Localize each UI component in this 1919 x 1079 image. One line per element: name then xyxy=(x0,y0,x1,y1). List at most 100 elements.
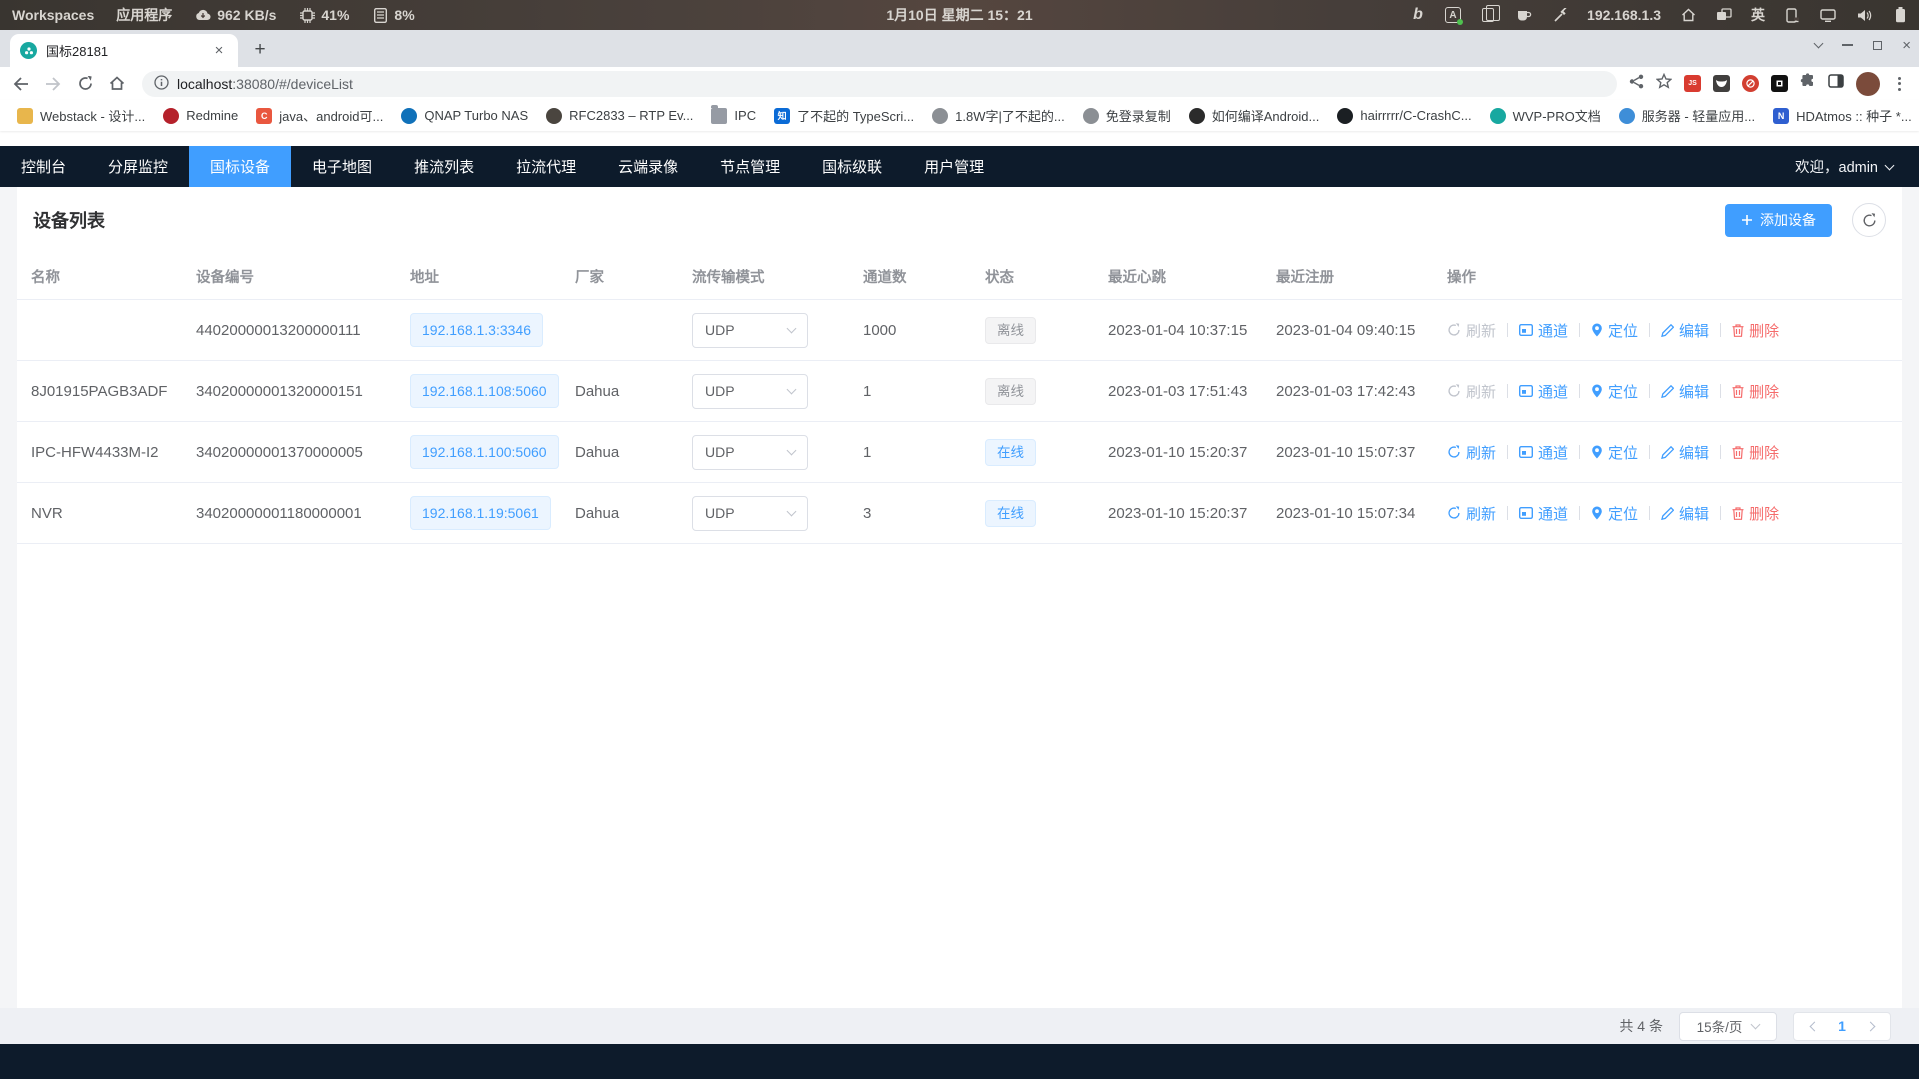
color-picker-tray-icon[interactable] xyxy=(1551,6,1569,24)
bookmark-item[interactable]: Webstack - 设计... xyxy=(10,103,152,128)
bookmark-item[interactable]: QNAP Turbo NAS xyxy=(394,105,535,127)
current-page[interactable]: 1 xyxy=(1828,1018,1856,1034)
address-button[interactable]: 192.168.1.100:5060 xyxy=(410,435,559,469)
globe-favicon-icon xyxy=(932,108,948,124)
window-restore-icon[interactable] xyxy=(1873,41,1882,50)
bookmark-item[interactable]: RFC2833 – RTP Ev... xyxy=(539,105,700,127)
ext-js-blocker-icon[interactable]: JS xyxy=(1684,75,1701,92)
nav-item-e-map[interactable]: 电子地图 xyxy=(291,146,393,187)
bookmark-item[interactable]: NHDAtmos :: 种子 *... xyxy=(1766,103,1919,128)
bookmark-item[interactable]: 1.8W字|了不起的... xyxy=(925,103,1072,128)
address-button[interactable]: 192.168.1.108:5060 xyxy=(410,374,559,408)
screen: Workspaces 应用程序 962 KB/s 41% 8% 1月10日 星期… xyxy=(0,0,1919,1079)
phone-link-tray-icon[interactable] xyxy=(1783,6,1801,24)
ext-mask-icon[interactable] xyxy=(1713,75,1730,92)
bookmark-item[interactable]: 服务器 - 轻量应用... xyxy=(1612,103,1762,128)
transport-select[interactable]: UDP xyxy=(692,435,808,470)
tab-close-icon[interactable]: × xyxy=(210,42,228,60)
profile-avatar[interactable] xyxy=(1856,72,1880,96)
bookmark-item[interactable]: hairrrrr/C-CrashC... xyxy=(1330,105,1478,127)
refresh-link[interactable]: 刷新 xyxy=(1447,503,1496,524)
nav-item-console[interactable]: 控制台 xyxy=(0,146,87,187)
bookmark-item[interactable]: WVP-PRO文档 xyxy=(1483,103,1608,128)
back-icon[interactable] xyxy=(8,71,34,97)
bookmark-item[interactable]: IPC xyxy=(704,105,763,127)
clipboard-tray-icon[interactable] xyxy=(1479,6,1497,24)
channel-link[interactable]: 通道 xyxy=(1519,442,1568,463)
locate-link[interactable]: 定位 xyxy=(1591,503,1638,524)
delete-link[interactable]: 删除 xyxy=(1732,381,1779,402)
url-bar[interactable]: localhost:38080/#/deviceList xyxy=(142,71,1617,97)
nav-item-gb-devices[interactable]: 国标设备 xyxy=(189,146,291,187)
display-tray-icon[interactable] xyxy=(1819,6,1837,24)
window-close-icon[interactable]: × xyxy=(1902,37,1911,54)
windows-tray-icon[interactable] xyxy=(1715,6,1733,24)
locate-link[interactable]: 定位 xyxy=(1591,320,1638,341)
divider xyxy=(1579,445,1580,459)
locate-link[interactable]: 定位 xyxy=(1591,442,1638,463)
next-page-button[interactable] xyxy=(1856,1013,1884,1040)
browser-menu-icon[interactable] xyxy=(1892,77,1907,91)
nav-item-pull-proxy[interactable]: 拉流代理 xyxy=(495,146,597,187)
bookmark-item[interactable]: 知了不起的 TypeScri... xyxy=(767,103,921,128)
site-info-icon[interactable] xyxy=(154,75,169,93)
bing-tray-icon[interactable]: b xyxy=(1409,6,1427,24)
workspaces-button[interactable]: Workspaces xyxy=(12,7,94,23)
tab-search-icon[interactable] xyxy=(1814,39,1824,49)
transport-select[interactable]: UDP xyxy=(692,374,808,409)
address-button[interactable]: 192.168.1.3:3346 xyxy=(410,313,543,347)
nav-item-cloud-record[interactable]: 云端录像 xyxy=(597,146,699,187)
home-icon[interactable] xyxy=(104,71,130,97)
user-menu[interactable]: 欢迎，admin xyxy=(1795,146,1919,187)
bookmark-item[interactable]: Cjava、android可... xyxy=(249,103,390,128)
nav-item-push-list[interactable]: 推流列表 xyxy=(393,146,495,187)
channel-link[interactable]: 通道 xyxy=(1519,503,1568,524)
volume-tray-icon[interactable] xyxy=(1855,6,1873,24)
reload-icon[interactable] xyxy=(72,71,98,97)
bookmark-item[interactable]: Redmine xyxy=(156,105,245,127)
refresh-list-button[interactable] xyxy=(1852,203,1886,237)
forward-icon[interactable] xyxy=(40,71,66,97)
new-tab-button[interactable]: + xyxy=(246,36,274,64)
delete-link[interactable]: 删除 xyxy=(1732,320,1779,341)
share-icon[interactable] xyxy=(1629,74,1644,94)
bookmark-item[interactable]: 免登录复制 xyxy=(1076,103,1178,128)
edit-link[interactable]: 编辑 xyxy=(1661,381,1709,402)
home-tray-icon[interactable] xyxy=(1679,6,1697,24)
prev-page-button[interactable] xyxy=(1800,1013,1828,1040)
extensions-puzzle-icon[interactable] xyxy=(1800,73,1816,94)
ip-address[interactable]: 192.168.1.3 xyxy=(1587,7,1661,23)
channel-link[interactable]: 通道 xyxy=(1519,320,1568,341)
input-method-indicator[interactable]: 英 xyxy=(1751,5,1765,25)
coffee-tray-icon[interactable] xyxy=(1515,6,1533,24)
edit-link[interactable]: 编辑 xyxy=(1661,320,1709,341)
ext-qr-icon[interactable] xyxy=(1771,75,1788,92)
transport-select[interactable]: UDP xyxy=(692,313,808,348)
divider xyxy=(1649,384,1650,398)
bookmark-item[interactable]: 如何编译Android... xyxy=(1182,103,1327,128)
refresh-link[interactable]: 刷新 xyxy=(1447,442,1496,463)
nav-item-user-mgmt[interactable]: 用户管理 xyxy=(903,146,1005,187)
delete-link[interactable]: 删除 xyxy=(1732,442,1779,463)
nav-item-gb-cascade[interactable]: 国标级联 xyxy=(801,146,903,187)
bookmark-star-icon[interactable] xyxy=(1656,73,1672,94)
translate-tray-icon[interactable]: A xyxy=(1445,7,1461,23)
add-device-button[interactable]: 添加设备 xyxy=(1725,204,1832,237)
nav-item-split-monitor[interactable]: 分屏监控 xyxy=(87,146,189,187)
side-panel-icon[interactable] xyxy=(1828,74,1844,93)
browser-tab[interactable]: 国标28181 × xyxy=(10,34,238,67)
address-button[interactable]: 192.168.1.19:5061 xyxy=(410,496,551,530)
window-minimize-icon[interactable] xyxy=(1842,44,1853,46)
nav-item-node-mgmt[interactable]: 节点管理 xyxy=(699,146,801,187)
delete-link[interactable]: 删除 xyxy=(1732,503,1779,524)
transport-select[interactable]: UDP xyxy=(692,496,808,531)
refresh-link[interactable]: 刷新 xyxy=(1447,320,1496,341)
ext-adblock-icon[interactable] xyxy=(1742,75,1759,92)
edit-link[interactable]: 编辑 xyxy=(1661,503,1709,524)
edit-link[interactable]: 编辑 xyxy=(1661,442,1709,463)
applications-menu[interactable]: 应用程序 xyxy=(116,5,172,25)
locate-link[interactable]: 定位 xyxy=(1591,381,1638,402)
page-size-select[interactable]: 15条/页 xyxy=(1679,1012,1777,1041)
channel-link[interactable]: 通道 xyxy=(1519,381,1568,402)
refresh-link[interactable]: 刷新 xyxy=(1447,381,1496,402)
